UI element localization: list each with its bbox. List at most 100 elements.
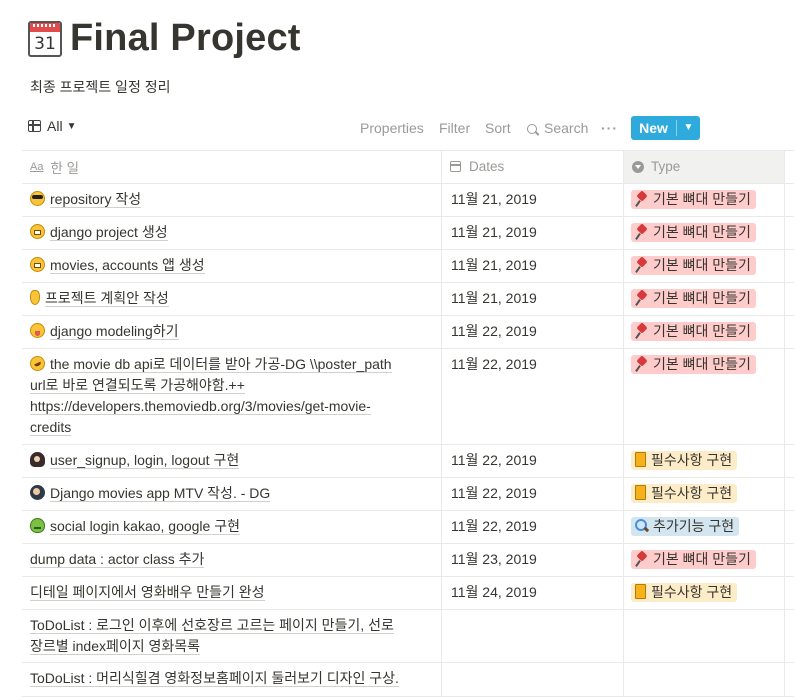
page-title[interactable]: Final Project <box>70 17 301 60</box>
ok-hand-icon <box>30 290 40 305</box>
row-divider <box>22 216 794 217</box>
type-tag: 필수사항 구현 <box>631 484 738 503</box>
row-title-cell[interactable]: the movie db api로 데이터를 받아 가공-DG \\poster… <box>27 353 430 438</box>
chevron-down-icon: ▼ <box>66 120 77 132</box>
book-icon <box>635 485 646 500</box>
frog-icon <box>30 518 45 533</box>
row-type-cell[interactable]: 기본 뼈대 만들기 <box>631 322 756 341</box>
more-options-button[interactable]: ··· <box>601 120 618 136</box>
row-title-cell[interactable]: Django movies app MTV 작성. - DG <box>30 483 430 504</box>
column-header-name[interactable]: Aa 한 일 <box>30 150 79 183</box>
row-title: repository 작성 <box>50 191 142 208</box>
page-header: 31 Final Project <box>28 17 301 60</box>
book-icon <box>635 452 646 467</box>
new-dropdown-chevron-icon[interactable]: ▼ <box>677 116 700 140</box>
tongue-icon <box>30 323 45 338</box>
row-title-cell[interactable]: ToDoList : 머리식힐겸 영화정보홈페이지 둘러보기 디자인 구상. <box>30 668 430 689</box>
row-type-cell[interactable]: 기본 뼈대 만들기 <box>631 223 756 242</box>
row-divider <box>22 315 794 316</box>
row-type-cell[interactable]: 필수사항 구현 <box>631 583 738 602</box>
pushpin-icon <box>635 291 648 305</box>
calendar-icon[interactable]: 31 <box>28 20 62 57</box>
type-tag: 기본 뼈대 만들기 <box>631 223 756 242</box>
column-divider <box>784 150 785 696</box>
properties-button[interactable]: Properties <box>360 120 424 136</box>
row-title-cell[interactable]: django project 생성 <box>30 222 430 243</box>
row-title: social login kakao, google 구현 <box>50 518 240 535</box>
row-title-line: credits <box>30 419 72 436</box>
pushpin-icon <box>635 192 648 206</box>
search-icon <box>527 124 537 134</box>
new-button[interactable]: New ▼ <box>631 116 700 140</box>
row-date[interactable]: 11월 22, 2019 <box>451 321 537 342</box>
type-tag: 필수사항 구현 <box>631 451 738 470</box>
row-title-line: https://developers.themoviedb.org/3/movi… <box>30 398 371 415</box>
row-divider <box>22 662 794 663</box>
row-title-line: 장르별 index페이지 영화목록 <box>30 638 201 655</box>
type-tag-label: 기본 뼈대 만들기 <box>653 356 751 372</box>
column-header-name-label: 한 일 <box>50 160 80 176</box>
select-property-icon <box>632 160 644 173</box>
row-type-cell[interactable]: 기본 뼈대 만들기 <box>631 289 756 308</box>
row-title: Django movies app MTV 작성. - DG <box>50 485 271 502</box>
row-date[interactable]: 11월 24, 2019 <box>451 582 537 603</box>
type-tag-label: 필수사항 구현 <box>651 452 733 468</box>
row-date[interactable]: 11월 22, 2019 <box>451 516 537 537</box>
column-header-type[interactable]: Type <box>632 150 680 183</box>
row-title-cell[interactable]: social login kakao, google 구현 <box>30 516 430 537</box>
row-type-cell[interactable]: 기본 뼈대 만들기 <box>631 190 756 209</box>
column-header-dates-label: Dates <box>469 159 505 174</box>
row-title: dump data : actor class 추가 <box>30 551 205 568</box>
row-divider <box>22 444 794 445</box>
row-title-cell[interactable]: 디테일 페이지에서 영화배우 만들기 완성 <box>30 582 430 603</box>
type-tag: 기본 뼈대 만들기 <box>631 289 756 308</box>
type-tag-label: 필수사항 구현 <box>651 485 733 501</box>
pushpin-icon <box>635 258 648 272</box>
pushpin-icon <box>635 324 648 338</box>
grimacing-icon <box>30 257 45 272</box>
row-type-cell[interactable]: 기본 뼈대 만들기 <box>631 550 756 569</box>
column-header-dates[interactable]: Dates <box>450 150 504 183</box>
row-type-cell[interactable]: 필수사항 구현 <box>631 484 738 503</box>
row-type-cell[interactable]: 필수사항 구현 <box>631 451 738 470</box>
row-date[interactable]: 11월 21, 2019 <box>451 288 537 309</box>
row-title-cell[interactable]: movies, accounts 앱 생성 <box>30 255 430 276</box>
row-date[interactable]: 11월 21, 2019 <box>451 255 537 276</box>
row-title: movies, accounts 앱 생성 <box>50 257 205 274</box>
row-divider <box>22 348 794 349</box>
magnifier-icon <box>635 519 648 533</box>
row-date[interactable]: 11월 21, 2019 <box>451 189 537 210</box>
row-date[interactable]: 11월 22, 2019 <box>451 483 537 504</box>
filter-button[interactable]: Filter <box>439 120 470 136</box>
row-title-line: ToDoList : 로그인 이후에 선호장르 고르는 페이지 만들기, 선로 <box>30 617 394 634</box>
sort-button[interactable]: Sort <box>485 120 511 136</box>
type-tag: 기본 뼈대 만들기 <box>631 256 756 275</box>
column-divider <box>441 150 442 696</box>
row-type-cell[interactable]: 기본 뼈대 만들기 <box>631 256 756 275</box>
type-tag-label: 기본 뼈대 만들기 <box>653 551 751 567</box>
row-title-cell[interactable]: 프로젝트 계획안 작성 <box>30 288 430 309</box>
view-selector[interactable]: All ▼ <box>28 118 76 134</box>
row-divider <box>22 576 794 577</box>
row-title-cell[interactable]: user_signup, login, logout 구현 <box>30 450 430 471</box>
row-title-line: url로 바로 연결되도록 가공해야함.++ <box>30 377 245 394</box>
row-date[interactable]: 11월 23, 2019 <box>451 549 537 570</box>
row-type-cell[interactable]: 추가기능 구현 <box>631 517 740 536</box>
type-tag: 기본 뼈대 만들기 <box>631 322 756 341</box>
type-tag: 기본 뼈대 만들기 <box>631 550 756 569</box>
row-title-cell[interactable]: django modeling하기 <box>30 321 430 342</box>
row-title-cell[interactable]: ToDoList : 로그인 이후에 선호장르 고르는 페이지 만들기, 선로장… <box>30 615 430 657</box>
row-date[interactable]: 11월 21, 2019 <box>451 222 537 243</box>
row-divider <box>22 477 794 478</box>
diver-icon <box>30 485 45 500</box>
calendar-icon-date: 31 <box>34 33 56 54</box>
row-title-cell[interactable]: repository 작성 <box>30 189 430 210</box>
page-subtitle[interactable]: 최종 프로젝트 일정 정리 <box>30 77 170 97</box>
type-tag-label: 추가기능 구현 <box>653 518 735 534</box>
row-type-cell[interactable]: 기본 뼈대 만들기 <box>631 355 756 374</box>
search-button[interactable]: Search <box>527 120 588 136</box>
row-date[interactable]: 11월 22, 2019 <box>451 450 537 471</box>
row-date[interactable]: 11월 22, 2019 <box>451 354 537 375</box>
row-divider <box>22 543 794 544</box>
row-title-cell[interactable]: dump data : actor class 추가 <box>30 549 430 570</box>
